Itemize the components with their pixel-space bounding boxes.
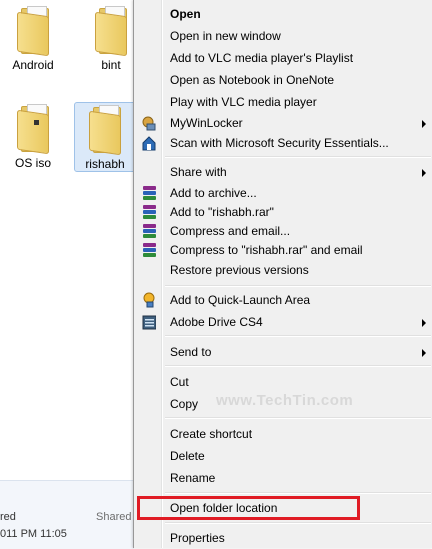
folder-android[interactable]: Android bbox=[2, 6, 64, 72]
submenu-arrow-icon bbox=[422, 169, 426, 177]
menu-item-onenote[interactable]: Open as Notebook in OneNote bbox=[134, 70, 432, 90]
menu-item-label: Copy bbox=[170, 397, 199, 411]
submenu-arrow-icon bbox=[422, 319, 426, 327]
watermark-text: www.TechTin.com bbox=[216, 392, 354, 409]
menu-item-label: Send to bbox=[170, 345, 212, 359]
menu-item-compress-rar-email[interactable]: Compress to "rishabh.rar" and email bbox=[134, 240, 432, 260]
details-pane: red Shared 011 PM 11:05 bbox=[0, 480, 134, 549]
folder-label: OS iso bbox=[14, 156, 51, 170]
submenu-arrow-icon bbox=[422, 349, 426, 357]
menu-item-label: MyWinLocker bbox=[170, 116, 243, 130]
menu-item-quicklaunch[interactable]: Add to Quick-Launch Area bbox=[134, 290, 432, 310]
menu-separator bbox=[165, 522, 431, 524]
house-shield-icon bbox=[142, 136, 156, 151]
menu-item-cut[interactable]: Cut bbox=[134, 372, 432, 392]
winrar-icon bbox=[143, 243, 156, 257]
folder-label: rishabh bbox=[85, 157, 125, 171]
menu-item-open[interactable]: Open bbox=[134, 4, 432, 24]
menu-item-label: Adobe Drive CS4 bbox=[170, 315, 263, 329]
menu-item-label: Rename bbox=[170, 471, 216, 485]
menu-item-label: Open in new window bbox=[170, 29, 281, 43]
menu-item-vlc-play[interactable]: Play with VLC media player bbox=[134, 92, 432, 112]
menu-item-label: Open bbox=[170, 7, 201, 21]
details-text: red bbox=[0, 511, 16, 523]
menu-item-share-with[interactable]: Share with bbox=[134, 162, 432, 182]
menu-item-mywinlocker[interactable]: MyWinLocker bbox=[134, 113, 432, 133]
menu-item-scan[interactable]: Scan with Microsoft Security Essentials.… bbox=[134, 133, 432, 153]
menu-item-label: Delete bbox=[170, 449, 205, 463]
menu-separator bbox=[165, 156, 431, 158]
menu-item-add-archive[interactable]: Add to archive... bbox=[134, 183, 432, 203]
menu-item-label: Add to "rishabh.rar" bbox=[170, 205, 274, 219]
winrar-icon bbox=[143, 186, 156, 200]
details-date: 011 PM 11:05 bbox=[0, 528, 67, 540]
menu-item-label: Properties bbox=[170, 531, 225, 545]
menu-item-label: Compress and email... bbox=[170, 224, 291, 238]
menu-item-label: Play with VLC media player bbox=[170, 95, 317, 109]
menu-item-vlc-playlist[interactable]: Add to VLC media player's Playlist bbox=[134, 48, 432, 68]
menu-item-properties[interactable]: Properties bbox=[134, 528, 432, 548]
lock-icon bbox=[142, 116, 156, 131]
quicklaunch-icon bbox=[143, 292, 155, 308]
menu-separator bbox=[165, 492, 431, 494]
adobe-drive-icon bbox=[142, 315, 156, 330]
menu-item-send-to[interactable]: Send to bbox=[134, 342, 432, 362]
details-shared: Shared bbox=[96, 511, 132, 523]
menu-separator bbox=[165, 335, 431, 337]
menu-item-label: Restore previous versions bbox=[170, 263, 309, 277]
folder-icon bbox=[15, 104, 51, 155]
menu-item-adobe-drive[interactable]: Adobe Drive CS4 bbox=[134, 312, 432, 332]
menu-item-open-new-window[interactable]: Open in new window bbox=[134, 26, 432, 46]
menu-item-delete[interactable]: Delete bbox=[134, 446, 432, 466]
winrar-icon bbox=[143, 224, 156, 238]
folder-icon bbox=[15, 6, 51, 57]
menu-item-label: Scan with Microsoft Security Essentials.… bbox=[170, 136, 389, 150]
context-menu: Open Open in new window Add to VLC media… bbox=[133, 0, 432, 548]
menu-item-label: Open as Notebook in OneNote bbox=[170, 73, 335, 87]
menu-item-label: Compress to "rishabh.rar" and email bbox=[170, 243, 363, 257]
menu-item-label: Add to VLC media player's Playlist bbox=[170, 51, 354, 65]
menu-item-compress-email[interactable]: Compress and email... bbox=[134, 221, 432, 241]
menu-item-restore[interactable]: Restore previous versions bbox=[134, 260, 432, 280]
menu-item-label: Add to archive... bbox=[170, 186, 257, 200]
menu-item-create-shortcut[interactable]: Create shortcut bbox=[134, 424, 432, 444]
folder-label: Android bbox=[12, 58, 54, 72]
folder-icon bbox=[87, 105, 123, 156]
folder-rishabh[interactable]: rishabh bbox=[74, 102, 136, 172]
menu-item-label: Cut bbox=[170, 375, 189, 389]
menu-item-add-rar[interactable]: Add to "rishabh.rar" bbox=[134, 202, 432, 222]
winrar-icon bbox=[143, 205, 156, 219]
menu-separator bbox=[165, 285, 431, 287]
menu-item-rename[interactable]: Rename bbox=[134, 468, 432, 488]
menu-separator bbox=[165, 365, 431, 367]
menu-item-label: Add to Quick-Launch Area bbox=[170, 293, 311, 307]
submenu-arrow-icon bbox=[422, 120, 426, 128]
menu-separator bbox=[165, 417, 431, 419]
folder-icon bbox=[93, 6, 129, 57]
folder-os-iso[interactable]: OS iso bbox=[2, 104, 64, 170]
menu-item-label: Share with bbox=[170, 165, 227, 179]
highlight-box bbox=[137, 496, 360, 520]
menu-item-label: Create shortcut bbox=[170, 427, 253, 441]
